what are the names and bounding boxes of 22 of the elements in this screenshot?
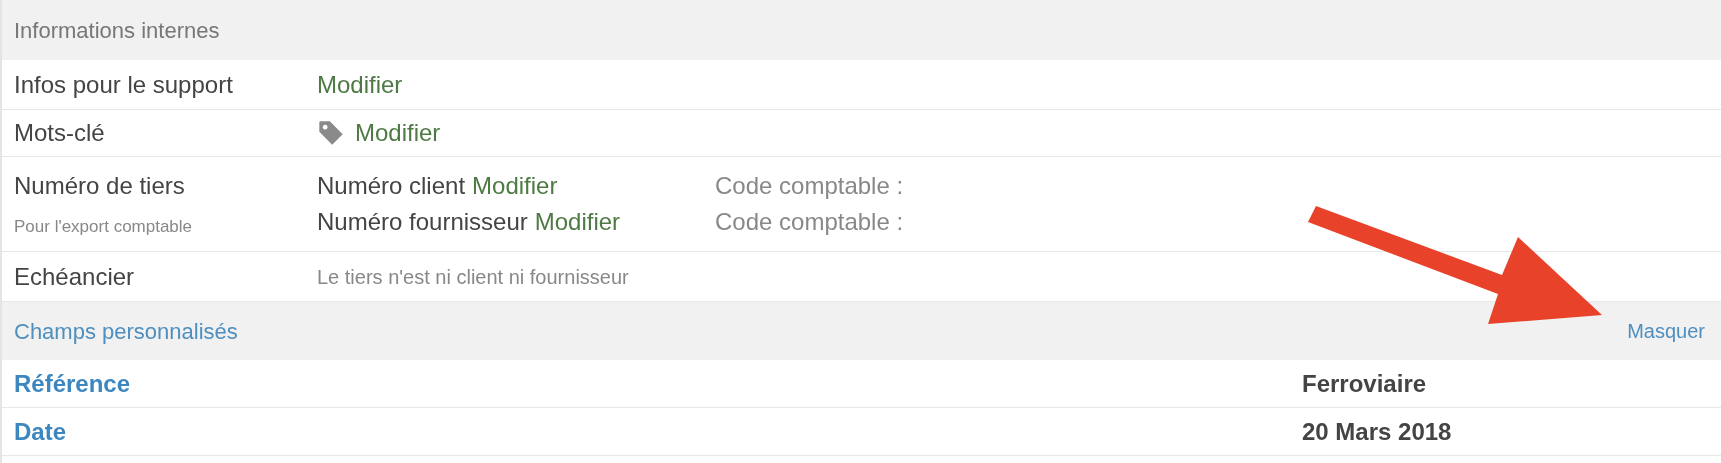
field-sublabel: Pour l'export comptable — [14, 216, 194, 239]
field-label: Echéancier — [14, 261, 136, 292]
modify-link[interactable]: Modifier — [355, 115, 441, 151]
field-label: Mots-clé — [14, 118, 106, 148]
field-label: Numéro fournisseur — [317, 207, 528, 237]
modify-link[interactable]: Modifier — [534, 204, 621, 240]
field-label: Date — [13, 416, 68, 447]
modify-link[interactable]: Modifier — [472, 168, 558, 204]
section-title: Informations internes — [14, 16, 220, 45]
hide-link[interactable]: Masquer — [1627, 316, 1709, 346]
field-label: Référence — [13, 368, 132, 399]
field-label: Infos pour le support — [14, 69, 234, 100]
field-label: Code comptable : — [715, 207, 904, 237]
field-value: 20 Mars 2018 — [1302, 416, 1452, 447]
tag-icon — [317, 119, 345, 147]
modify-link[interactable]: Modifier — [317, 66, 403, 103]
field-label: Numéro client — [317, 171, 466, 201]
field-label: Code comptable : — [715, 171, 904, 201]
field-value: Ferroviaire — [1302, 368, 1427, 399]
info-text: Le tiers n'est ni client ni fournisseur — [317, 264, 630, 290]
field-label: Numéro de tiers — [14, 171, 186, 202]
section-title: Champs personnalisés — [14, 317, 238, 346]
